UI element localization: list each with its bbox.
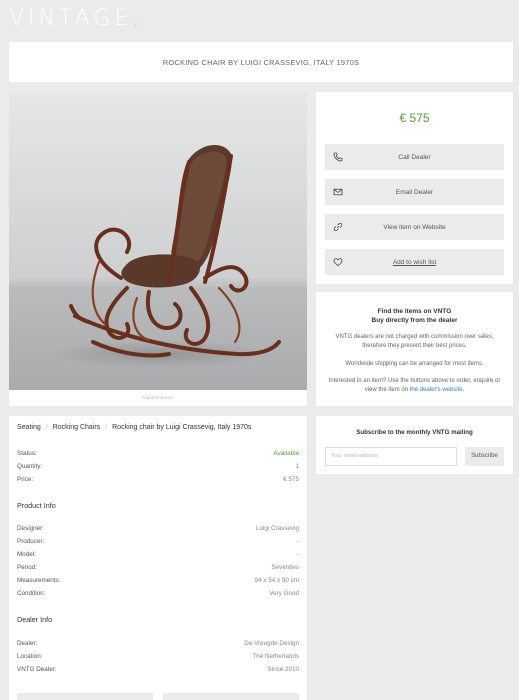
period-key: Period: [17, 564, 37, 571]
link-icon [325, 214, 351, 240]
price-value: € 575 [399, 111, 430, 125]
breadcrumb-current: Rocking chair by Luigi Crassevig, Italy … [112, 424, 252, 431]
model-value: - [296, 551, 299, 558]
model-row: Model: - [17, 551, 299, 558]
info-heading: Find the items on VNTG Buy directly from… [316, 307, 513, 325]
call-dealer-label: Call Dealer [398, 153, 431, 161]
call-dealer-button[interactable]: Call Dealer [325, 144, 504, 170]
location-value: The Netherlands [252, 653, 299, 660]
view-on-website-button[interactable]: View item on Website [325, 214, 504, 240]
rocking-chair-image [9, 92, 307, 390]
info-interested-text: Interested in an item? Use the buttons a… [326, 377, 503, 394]
dealer-value[interactable]: De Vreugde Design [244, 640, 299, 647]
dealer-website-link[interactable]: the dealer's website [410, 387, 463, 393]
email-dealer-label: Email Dealer [395, 188, 434, 196]
info-interested-suffix: . [462, 386, 465, 393]
bottom-button-left[interactable] [17, 693, 153, 700]
status-value: Available [273, 450, 299, 457]
quantity-key: Quantity: [17, 463, 43, 470]
view-on-website-label: View item on Website [383, 223, 446, 231]
price-key: Price: [17, 476, 34, 483]
vntg-dealer-row: VNTG Dealer: Since 2010 [17, 666, 299, 673]
status-key: Status: [17, 450, 37, 457]
phone-icon [325, 144, 351, 170]
breadcrumb-seating[interactable]: Seating [17, 424, 41, 431]
breadcrumb-separator: / [105, 424, 108, 431]
email-input[interactable]: Your email address [325, 447, 457, 466]
period-value: Seventies [271, 564, 299, 571]
breadcrumb-separator: / [45, 424, 48, 431]
vntg-dealer-value: Since 2010 [267, 666, 299, 673]
breadcrumb-rocking-chairs[interactable]: Rocking Chairs [53, 424, 100, 431]
breadcrumb: Seating / Rocking Chairs / Rocking chair by … [17, 424, 251, 431]
price-row-value: € 575 [283, 476, 299, 483]
quantity-value: 1 [295, 463, 299, 470]
producer-key: Producer: [17, 538, 45, 545]
condition-value: Very Good [269, 590, 299, 597]
dealer-row: Dealer: De Vreugde Design [17, 640, 299, 647]
dealer-key: Dealer: [17, 640, 38, 647]
subscribe-card: Subscribe to the monthly VNTG mailing Yo… [316, 416, 513, 474]
status-row: Status: Available [17, 450, 299, 457]
subscribe-button[interactable]: Subscribe [465, 447, 504, 466]
info-heading-line1: Find the items on VNTG [377, 308, 452, 315]
info-commission-text: VNTG dealers are not charged with commis… [335, 334, 494, 349]
price-row: Price: € 575 [17, 476, 299, 483]
measurements-value: 94 x 54 x 90 cm [254, 577, 299, 584]
page-title: ROCKING CHAIR BY LUIGI CRASSEVIG, ITALY … [162, 57, 360, 67]
photo-card: Report this item [9, 92, 307, 406]
product-info-heading: Product Info [17, 501, 56, 510]
measurements-key: Measurements: [17, 577, 61, 584]
designer-value: Luigi Crassevig [255, 525, 299, 532]
dealer-info-heading: Dealer Info [17, 615, 53, 624]
info-shipping-text: Worldwide shipping can be arranged for m… [345, 361, 484, 367]
measurements-row: Measurements: 94 x 54 x 90 cm [17, 577, 299, 584]
period-row: Period: Seventies [17, 564, 299, 571]
location-key: Location: [17, 653, 43, 660]
bottom-button-right[interactable] [163, 693, 299, 700]
condition-key: Condition: [17, 590, 46, 597]
report-item-link[interactable]: Report this item [9, 395, 307, 400]
logo-text: VINTAGE [9, 6, 133, 31]
quantity-row: Quantity: 1 [17, 463, 299, 470]
price-card: € 575 Call Dealer Email Dealer View item… [316, 92, 513, 284]
page-title-bar: ROCKING CHAIR BY LUIGI CRASSEVIG, ITALY … [9, 42, 513, 82]
vntg-dealer-key: VNTG Dealer: [17, 666, 57, 673]
logo-dot: . [132, 6, 144, 31]
producer-row: Producer: - [17, 538, 299, 545]
condition-row: Condition: Very Good [17, 590, 299, 597]
site-logo[interactable]: VINTAGE. [9, 6, 143, 31]
designer-key: Designer: [17, 525, 44, 532]
heart-icon [325, 249, 351, 275]
product-photo[interactable] [9, 92, 307, 390]
model-key: Model: [17, 551, 36, 558]
producer-value: - [296, 538, 299, 545]
subscribe-title: Subscribe to the monthly VNTG mailing [356, 429, 473, 436]
product-details-card: Seating / Rocking Chairs / Rocking chair by … [9, 416, 307, 700]
info-heading-line2: Buy directly from the dealer [371, 317, 458, 324]
add-to-wishlist-button[interactable]: Add to wish list [325, 249, 504, 275]
envelope-icon [325, 179, 351, 205]
email-dealer-button[interactable]: Email Dealer [325, 179, 504, 205]
location-row: Location: The Netherlands [17, 653, 299, 660]
vntg-info-card: Find the items on VNTG Buy directly from… [316, 292, 513, 406]
add-to-wishlist-label: Add to wish list [392, 258, 437, 266]
designer-row: Designer: Luigi Crassevig [17, 525, 299, 532]
